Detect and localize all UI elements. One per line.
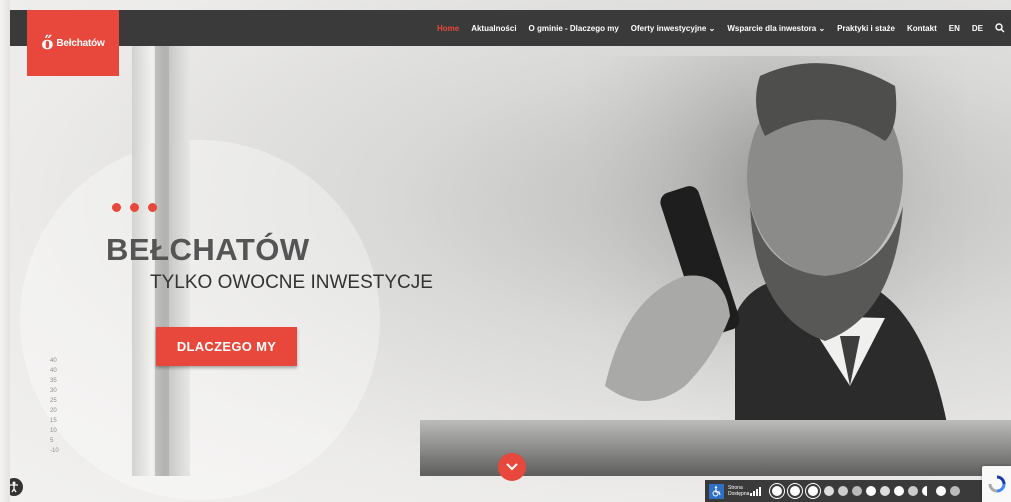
- nav-oferty-inwestycyjne[interactable]: Oferty inwestycyjne ⌄: [631, 24, 716, 33]
- nav-kontakt[interactable]: Kontakt: [907, 24, 937, 33]
- axis-number: 15: [50, 418, 57, 424]
- wheelchair-glyph: [712, 485, 721, 496]
- wheelchair-icon[interactable]: [709, 483, 724, 499]
- font-size-toggle[interactable]: [894, 486, 904, 496]
- axis-number: 40: [50, 358, 57, 364]
- font-size-toggle[interactable]: [838, 486, 848, 496]
- accessibility-label: Strona Dostępna: [728, 485, 750, 497]
- dot: [112, 203, 121, 212]
- hero-subtitle: TYLKO OWOCNE INWESTYCJE: [150, 272, 433, 293]
- nav-aktualnosci[interactable]: Aktualności: [471, 24, 516, 33]
- dot: [130, 203, 139, 212]
- axis-number: 25: [50, 398, 57, 404]
- font-size-toggle[interactable]: [852, 486, 862, 496]
- signal-bars-icon: [750, 486, 761, 496]
- axis-number: 10: [50, 428, 57, 434]
- contrast-toggle[interactable]: [806, 484, 820, 498]
- recaptcha-badge[interactable]: [982, 466, 1011, 502]
- axis-number: -10: [50, 448, 59, 454]
- font-size-toggle[interactable]: [922, 486, 932, 496]
- nav-praktyki-i-staze[interactable]: Praktyki i staże: [837, 24, 895, 33]
- accessibility-icon: [10, 481, 18, 493]
- font-size-toggle[interactable]: [866, 486, 876, 496]
- search-icon[interactable]: [995, 23, 1005, 33]
- accessibility-toolbar: Strona Dostępna: [705, 480, 1011, 502]
- axis-number: 40: [50, 368, 57, 374]
- hero-section: 40 40 35 30 25 20 15 10 5 -10 BEŁCHATÓW …: [0, 0, 1011, 502]
- scan-border: [0, 0, 10, 502]
- nav-lang-en[interactable]: EN: [949, 24, 960, 33]
- recaptcha-icon: [988, 475, 1005, 493]
- hero-title: BEŁCHATÓW: [106, 232, 310, 267]
- chart-axis-decoration: 40 40 35 30 25 20 15 10 5 -10: [50, 356, 59, 456]
- font-size-toggle[interactable]: [950, 486, 960, 496]
- nav-wsparcie-dla-inwestora[interactable]: Wsparcie dla inwestora ⌄: [727, 24, 825, 33]
- decorative-dots: [112, 203, 157, 212]
- contrast-toggle[interactable]: [770, 484, 784, 498]
- axis-number: 35: [50, 378, 57, 384]
- font-size-toggle[interactable]: [936, 486, 946, 496]
- font-size-toggle[interactable]: [908, 486, 918, 496]
- font-size-toggle[interactable]: [880, 486, 890, 496]
- dlaczego-my-button[interactable]: DLACZEGO MY: [156, 327, 297, 366]
- nav-home[interactable]: Home: [437, 24, 459, 33]
- dot: [148, 203, 157, 212]
- site-logo[interactable]: ő Bełchatów: [27, 10, 119, 76]
- nav-o-gminie[interactable]: O gminie - Dlaczego my: [529, 24, 619, 33]
- background-circle: [20, 140, 380, 500]
- nav-lang-de[interactable]: DE: [972, 24, 983, 33]
- contrast-toggle[interactable]: [788, 484, 802, 498]
- apple-logo-icon: ő: [41, 32, 54, 54]
- chevron-down-icon: [506, 463, 518, 471]
- axis-number: 30: [50, 388, 57, 394]
- hero-photo-man-on-phone: [585, 56, 965, 476]
- axis-number: 5: [50, 438, 54, 444]
- font-size-toggle[interactable]: [824, 486, 834, 496]
- logo-text: Bełchatów: [56, 37, 105, 49]
- scroll-down-button[interactable]: [498, 453, 526, 481]
- main-navigation: Home Aktualności O gminie - Dlaczego my …: [437, 10, 1005, 46]
- axis-number: 20: [50, 408, 57, 414]
